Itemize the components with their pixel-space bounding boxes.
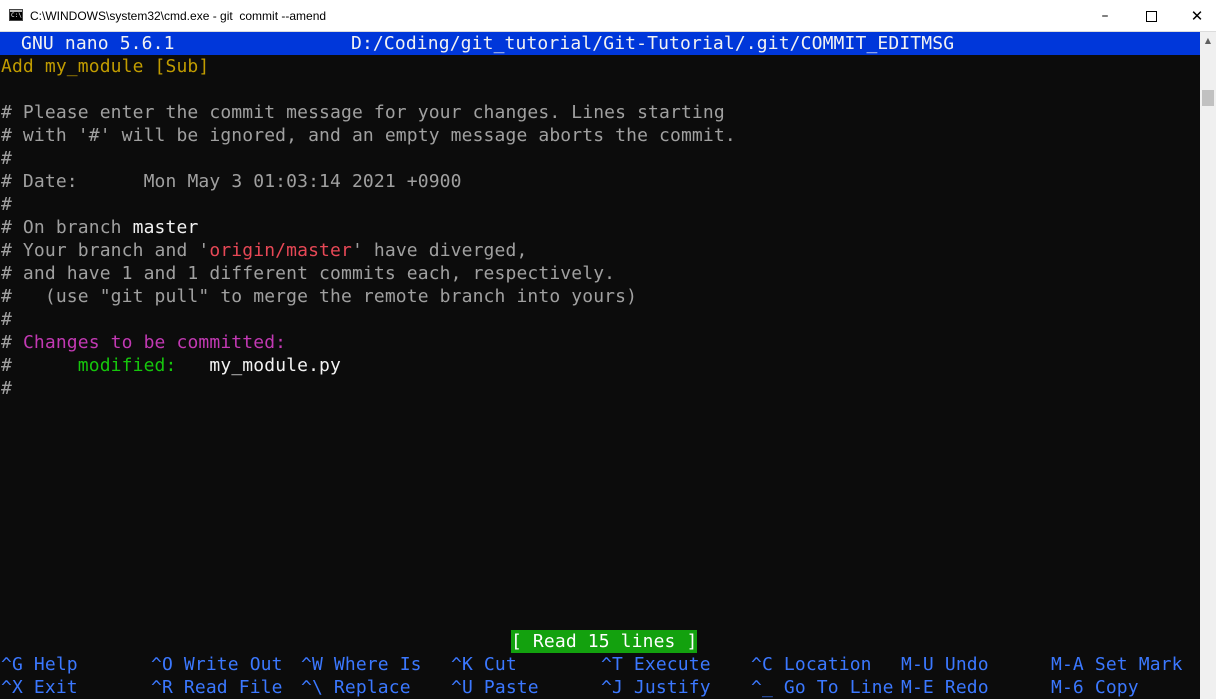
scrollbar-thumb[interactable] (1202, 90, 1214, 106)
shortcut-key: ^\ (301, 677, 323, 698)
comment-hash: # (1, 332, 12, 353)
shortcut-label: Write Out (183, 654, 283, 675)
modified-label: modified: (77, 355, 177, 376)
comment-hash: # (1, 355, 12, 376)
window-title: C:\WINDOWS\system32\cmd.exe - git commit… (30, 9, 327, 23)
shortcut-label: Replace (333, 677, 411, 698)
shortcut-key: ^W (301, 654, 323, 675)
nano-file-path: D:/Coding/git_tutorial/Git-Tutorial/.git… (351, 33, 955, 54)
comment-line-2: # with '#' will be ignored, and an empty… (1, 125, 736, 146)
shortcut-key: ^O (151, 654, 173, 675)
shortcut-key: ^_ (751, 677, 773, 698)
date-value: Mon May 3 01:03:14 2021 +0900 (143, 171, 462, 192)
maximize-icon (1145, 11, 1157, 22)
shortcut-key: M-U (901, 654, 934, 675)
shortcut-label: Exit (33, 677, 78, 698)
shortcut-label: Where Is (333, 654, 422, 675)
comment-hash: # (1, 378, 12, 399)
shortcut-label: Help (33, 654, 78, 675)
shortcut-exit[interactable]: ^X Exit (1, 676, 78, 699)
shortcut-location[interactable]: ^C Location (751, 653, 872, 676)
shortcut-justify[interactable]: ^J Justify (601, 676, 711, 699)
minimize-button[interactable]: – (1082, 0, 1128, 32)
branch-name: master (132, 217, 199, 238)
modified-line: # modified: my_module.py (1, 354, 341, 377)
date-prefix: # Date: (1, 171, 144, 192)
shortcut-label: Copy (1094, 677, 1139, 698)
branch-line: # On branch master (1, 216, 198, 239)
shortcut-execute[interactable]: ^T Execute (601, 653, 711, 676)
shortcut-key: ^T (601, 654, 623, 675)
shortcut-label: Cut (483, 654, 517, 675)
shortcut-read-file[interactable]: ^R Read File (151, 676, 283, 699)
vertical-scrollbar[interactable]: ▲ (1200, 32, 1216, 699)
shortcut-undo[interactable]: M-U Undo (901, 653, 989, 676)
date-line: # Date: Mon May 3 01:03:14 2021 +0900 (1, 170, 462, 193)
comment-hash: # (1, 194, 12, 215)
shortcut-key: M-A (1051, 654, 1084, 675)
maximize-button[interactable] (1128, 0, 1174, 32)
pull-hint-line: # (use "git pull" to merge the remote br… (1, 286, 638, 307)
shortcut-key: M-6 (1051, 677, 1084, 698)
shortcut-cut[interactable]: ^K Cut (451, 653, 517, 676)
shortcut-help[interactable]: ^G Help (1, 653, 78, 676)
shortcut-label: Location (783, 654, 872, 675)
shortcut-go-to-line[interactable]: ^_ Go To Line (751, 676, 894, 699)
diverged-line: # Your branch and 'origin/master' have d… (1, 239, 527, 262)
diverged-suffix: ' have diverged, (351, 240, 528, 261)
nano-header-bar: GNU nano 5.6.1 D:/Coding/git_tutorial/Gi… (0, 32, 1200, 55)
close-icon: ✕ (1190, 7, 1204, 25)
status-message: [ Read 15 lines ] (511, 630, 698, 653)
shortcut-key: ^J (601, 677, 623, 698)
comment-hash: # (1, 309, 12, 330)
modified-file: my_module.py (209, 355, 341, 376)
shortcut-key: ^R (151, 677, 173, 698)
shortcut-key: M-E (901, 677, 934, 698)
shortcut-label: Read File (183, 677, 283, 698)
shortcut-label: Undo (944, 654, 989, 675)
shortcut-key: ^U (451, 677, 473, 698)
shortcut-redo[interactable]: M-E Redo (901, 676, 989, 699)
minimize-icon: – (1101, 8, 1109, 24)
comment-hash: # (1, 148, 12, 169)
comment-line-1: # Please enter the commit message for yo… (1, 102, 725, 123)
terminal-area[interactable]: GNU nano 5.6.1 D:/Coding/git_tutorial/Gi… (0, 32, 1200, 699)
shortcut-key: ^C (751, 654, 773, 675)
changes-header: Changes to be committed: (22, 332, 287, 353)
shortcut-label: Justify (633, 677, 711, 698)
shortcut-copy[interactable]: M-6 Copy (1051, 676, 1139, 699)
window-title-bar: C:\ C:\WINDOWS\system32\cmd.exe - git co… (0, 0, 1216, 32)
remote-branch-name: origin/master (209, 240, 352, 261)
diverged-prefix: # Your branch and ' (1, 240, 210, 261)
shortcut-label: Paste (483, 677, 539, 698)
cmd-app-icon: C:\ (9, 9, 23, 21)
shortcut-key: ^K (451, 654, 473, 675)
shortcut-replace[interactable]: ^\ Replace (301, 676, 411, 699)
shortcut-label: Go To Line (783, 677, 894, 698)
shortcut-label: Redo (944, 677, 989, 698)
commit-message-line[interactable]: Add my_module [Sub] (1, 55, 209, 78)
shortcut-set-mark[interactable]: M-A Set Mark (1051, 653, 1183, 676)
shortcut-key: ^X (1, 677, 23, 698)
branch-prefix: # On branch (1, 217, 133, 238)
scroll-up-arrow-icon[interactable]: ▲ (1200, 32, 1216, 49)
shortcut-label: Set Mark (1094, 654, 1183, 675)
shortcut-write-out[interactable]: ^O Write Out (151, 653, 283, 676)
close-button[interactable]: ✕ (1174, 0, 1216, 32)
nano-version: GNU nano 5.6.1 (21, 33, 175, 54)
shortcut-key: ^G (1, 654, 23, 675)
shortcut-label: Execute (633, 654, 711, 675)
shortcut-paste[interactable]: ^U Paste (451, 676, 539, 699)
commits-line: # and have 1 and 1 different commits eac… (1, 263, 616, 284)
changes-header-line: # Changes to be committed: (1, 331, 286, 354)
shortcut-where-is[interactable]: ^W Where Is (301, 653, 422, 676)
